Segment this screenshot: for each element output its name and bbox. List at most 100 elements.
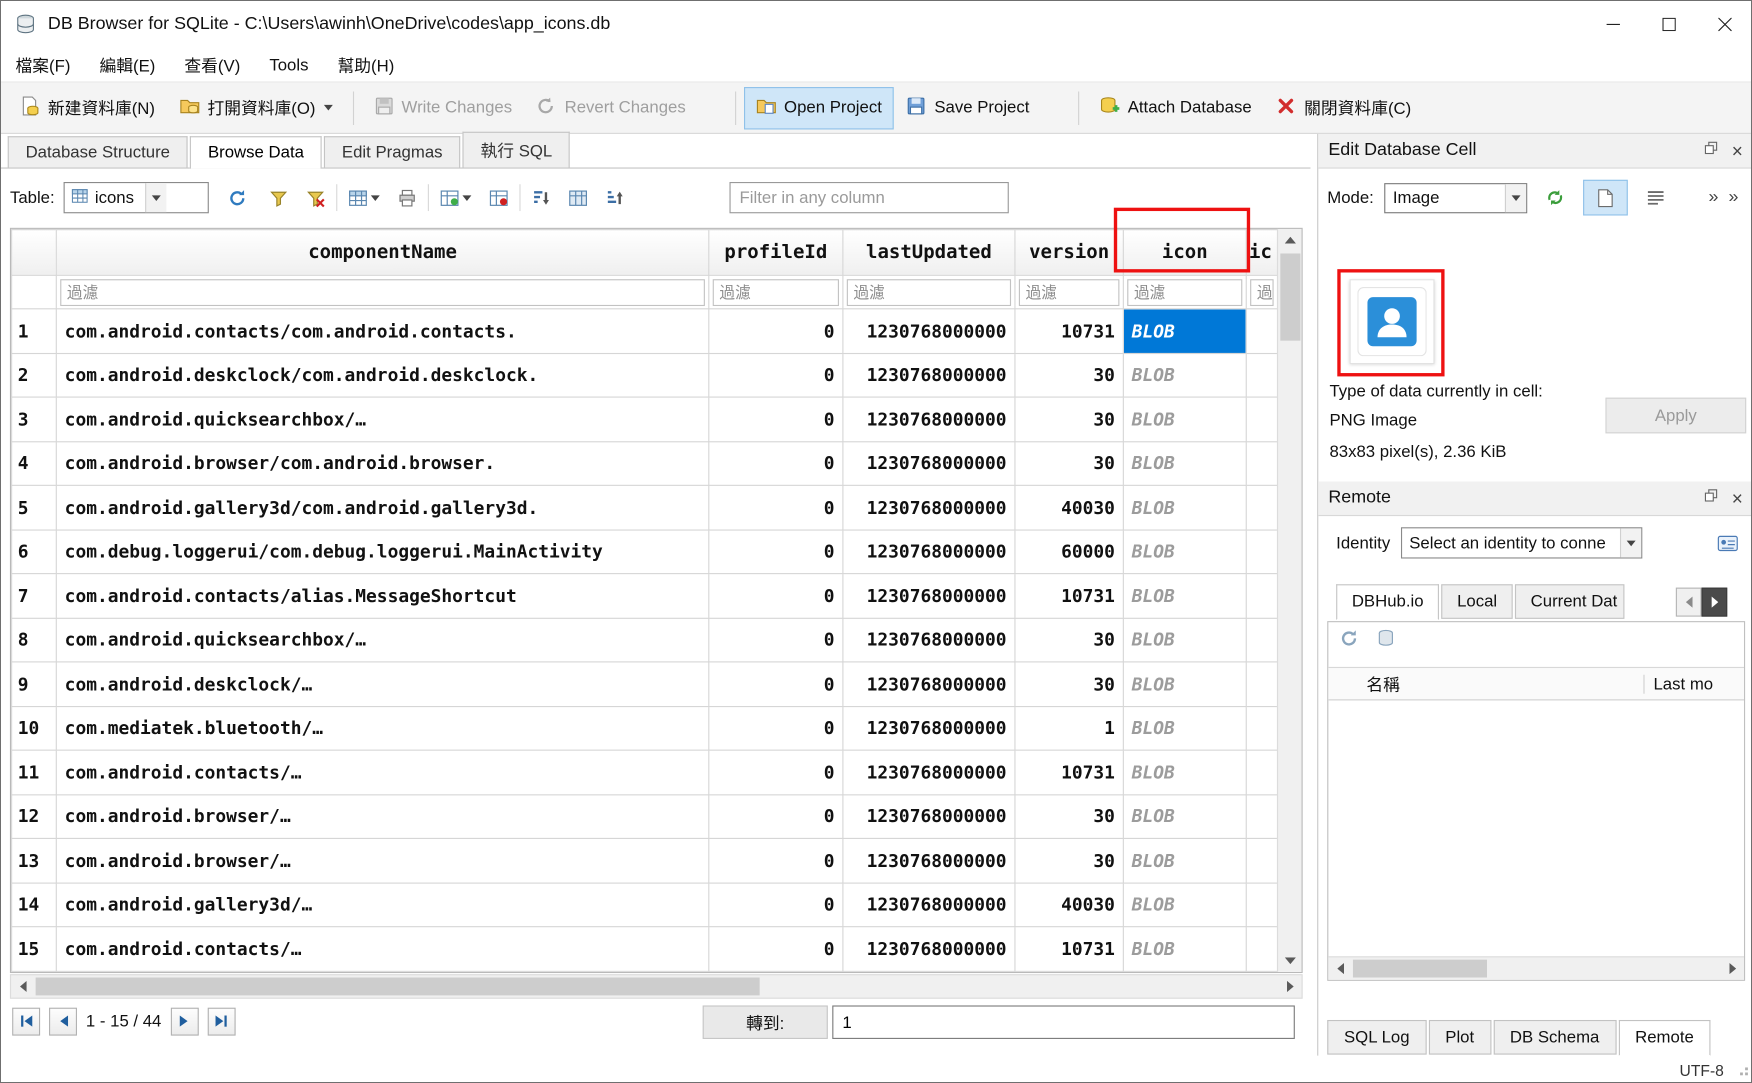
cell-version[interactable]: 10731 bbox=[1015, 574, 1123, 618]
filter-input-box[interactable]: 過濾 bbox=[1127, 279, 1242, 306]
filter-input-box[interactable]: 過濾 bbox=[1250, 279, 1273, 306]
scroll-right-button[interactable] bbox=[1278, 975, 1301, 997]
cell-version[interactable]: 60000 bbox=[1015, 529, 1123, 573]
remote-horizontal-scrollbar[interactable] bbox=[1328, 956, 1744, 979]
col-version[interactable]: version bbox=[1015, 229, 1123, 275]
text-view-button[interactable] bbox=[1638, 181, 1674, 215]
clone-database-button[interactable] bbox=[1376, 629, 1395, 654]
cell-extra[interactable] bbox=[1246, 794, 1277, 838]
new-database-button[interactable]: 新建資料庫(N) bbox=[8, 86, 168, 128]
cell-extra[interactable] bbox=[1246, 485, 1277, 529]
tab-scroll-left-button[interactable] bbox=[1676, 588, 1702, 617]
cell-icon[interactable]: BLOB bbox=[1123, 750, 1246, 794]
col-profileId[interactable]: profileId bbox=[709, 229, 843, 275]
cell-lastUpdated[interactable]: 1230768000000 bbox=[843, 441, 1015, 485]
cell-icon[interactable]: BLOB bbox=[1123, 441, 1246, 485]
table-select-arrow[interactable] bbox=[145, 183, 166, 212]
cell-version[interactable]: 10731 bbox=[1015, 750, 1123, 794]
cell-version[interactable]: 30 bbox=[1015, 397, 1123, 441]
panel-close-icon[interactable]: × bbox=[1732, 141, 1743, 160]
open-database-button[interactable]: 打開資料庫(O) bbox=[167, 86, 344, 128]
cell-version[interactable]: 30 bbox=[1015, 794, 1123, 838]
row-number[interactable]: 1 bbox=[12, 309, 57, 353]
cell-profileId[interactable]: 0 bbox=[709, 838, 843, 882]
scroll-down-button[interactable] bbox=[1278, 950, 1303, 972]
tab-database-structure[interactable]: Database Structure bbox=[8, 136, 188, 167]
identity-select[interactable]: Select an identity to conne bbox=[1401, 527, 1642, 558]
table-row[interactable]: 3 com.android.quicksearchbox/… 0 1230768… bbox=[12, 397, 1278, 441]
cell-profileId[interactable]: 0 bbox=[709, 309, 843, 353]
write-changes-button[interactable]: Write Changes bbox=[361, 86, 524, 128]
identity-select-arrow[interactable] bbox=[1620, 528, 1641, 557]
menu-view[interactable]: 查看(V) bbox=[170, 48, 255, 80]
save-table-button[interactable] bbox=[343, 183, 385, 213]
scroll-left-button[interactable] bbox=[1328, 957, 1351, 979]
cell-icon[interactable]: BLOB bbox=[1123, 397, 1246, 441]
cell-profileId[interactable]: 0 bbox=[709, 706, 843, 750]
cell-profileId[interactable]: 0 bbox=[709, 618, 843, 662]
table-select[interactable]: icons bbox=[64, 182, 209, 213]
goto-button[interactable]: 轉到: bbox=[703, 1005, 828, 1039]
cell-extra[interactable] bbox=[1246, 662, 1277, 706]
scroll-up-button[interactable] bbox=[1278, 229, 1303, 251]
cell-icon[interactable]: BLOB bbox=[1123, 927, 1246, 971]
tab-scroll-right-button[interactable] bbox=[1702, 588, 1728, 617]
remote-refresh-button[interactable] bbox=[1340, 629, 1359, 654]
apply-button[interactable]: Apply bbox=[1605, 398, 1746, 434]
next-page-button[interactable] bbox=[170, 1007, 198, 1035]
tab-dbhub[interactable]: DBHub.io bbox=[1336, 584, 1439, 620]
col-lastUpdated[interactable]: lastUpdated bbox=[843, 229, 1015, 275]
cell-extra[interactable] bbox=[1246, 883, 1277, 927]
dock-tab-remote[interactable]: Remote bbox=[1618, 1020, 1710, 1056]
cell-lastUpdated[interactable]: 1230768000000 bbox=[843, 706, 1015, 750]
cell-extra[interactable] bbox=[1246, 397, 1277, 441]
tab-execute-sql[interactable]: 執行 SQL bbox=[463, 132, 570, 168]
filter-profileId[interactable]: 過濾 bbox=[709, 275, 843, 309]
cell-version[interactable]: 10731 bbox=[1015, 309, 1123, 353]
table-row[interactable]: 4 com.android.browser/com.android.browse… bbox=[12, 441, 1278, 485]
cell-extra[interactable] bbox=[1246, 574, 1277, 618]
prev-page-button[interactable] bbox=[49, 1007, 77, 1035]
tab-edit-pragmas[interactable]: Edit Pragmas bbox=[324, 136, 460, 167]
cell-icon[interactable]: BLOB bbox=[1123, 574, 1246, 618]
cell-icon[interactable]: BLOB bbox=[1123, 309, 1246, 353]
table-row[interactable]: 10 com.mediatek.bluetooth/… 0 1230768000… bbox=[12, 706, 1278, 750]
cell-profileId[interactable]: 0 bbox=[709, 750, 843, 794]
cell-componentName[interactable]: com.android.contacts/… bbox=[56, 927, 709, 971]
revert-changes-button[interactable]: Revert Changes bbox=[524, 86, 698, 128]
table-row[interactable]: 6 com.debug.loggerui/com.debug.loggerui.… bbox=[12, 529, 1278, 573]
cell-componentName[interactable]: com.android.deskclock/… bbox=[56, 662, 709, 706]
table-row[interactable]: 12 com.android.browser/… 0 1230768000000… bbox=[12, 794, 1278, 838]
cell-profileId[interactable]: 0 bbox=[709, 883, 843, 927]
cell-extra[interactable] bbox=[1246, 353, 1277, 397]
cell-version[interactable]: 10731 bbox=[1015, 927, 1123, 971]
import-export-button[interactable] bbox=[1537, 181, 1573, 215]
cell-icon[interactable]: BLOB bbox=[1123, 706, 1246, 750]
cell-lastUpdated[interactable]: 1230768000000 bbox=[843, 750, 1015, 794]
close-database-button[interactable]: 關閉資料庫(C) bbox=[1264, 86, 1424, 128]
cell-profileId[interactable]: 0 bbox=[709, 485, 843, 529]
cell-extra[interactable] bbox=[1246, 927, 1277, 971]
cell-componentName[interactable]: com.android.browser/… bbox=[56, 794, 709, 838]
cell-componentName[interactable]: com.android.browser/… bbox=[56, 838, 709, 882]
panel-close-icon[interactable]: × bbox=[1732, 489, 1743, 508]
table-options-button[interactable] bbox=[563, 183, 593, 213]
sort-desc-button[interactable] bbox=[600, 183, 630, 213]
cell-extra[interactable] bbox=[1246, 750, 1277, 794]
scroll-left-button[interactable] bbox=[11, 975, 34, 997]
row-number[interactable]: 4 bbox=[12, 441, 57, 485]
tab-browse-data[interactable]: Browse Data bbox=[190, 136, 322, 168]
cell-profileId[interactable]: 0 bbox=[709, 529, 843, 573]
cell-componentName[interactable]: com.android.contacts/… bbox=[56, 750, 709, 794]
col-componentName[interactable]: componentName bbox=[56, 229, 709, 275]
cell-componentName[interactable]: com.android.gallery3d/… bbox=[56, 883, 709, 927]
cell-lastUpdated[interactable]: 1230768000000 bbox=[843, 485, 1015, 529]
dock-tab-plot[interactable]: Plot bbox=[1429, 1020, 1491, 1055]
minimize-button[interactable] bbox=[1585, 1, 1641, 48]
filter-any-column-input[interactable] bbox=[729, 182, 1008, 213]
horizontal-scrollbar[interactable] bbox=[10, 974, 1303, 999]
cell-profileId[interactable]: 0 bbox=[709, 794, 843, 838]
cell-icon[interactable]: BLOB bbox=[1123, 618, 1246, 662]
titlebar[interactable]: DB Browser for SQLite - C:\Users\awinh\O… bbox=[1, 1, 1752, 48]
row-number[interactable]: 10 bbox=[12, 706, 57, 750]
